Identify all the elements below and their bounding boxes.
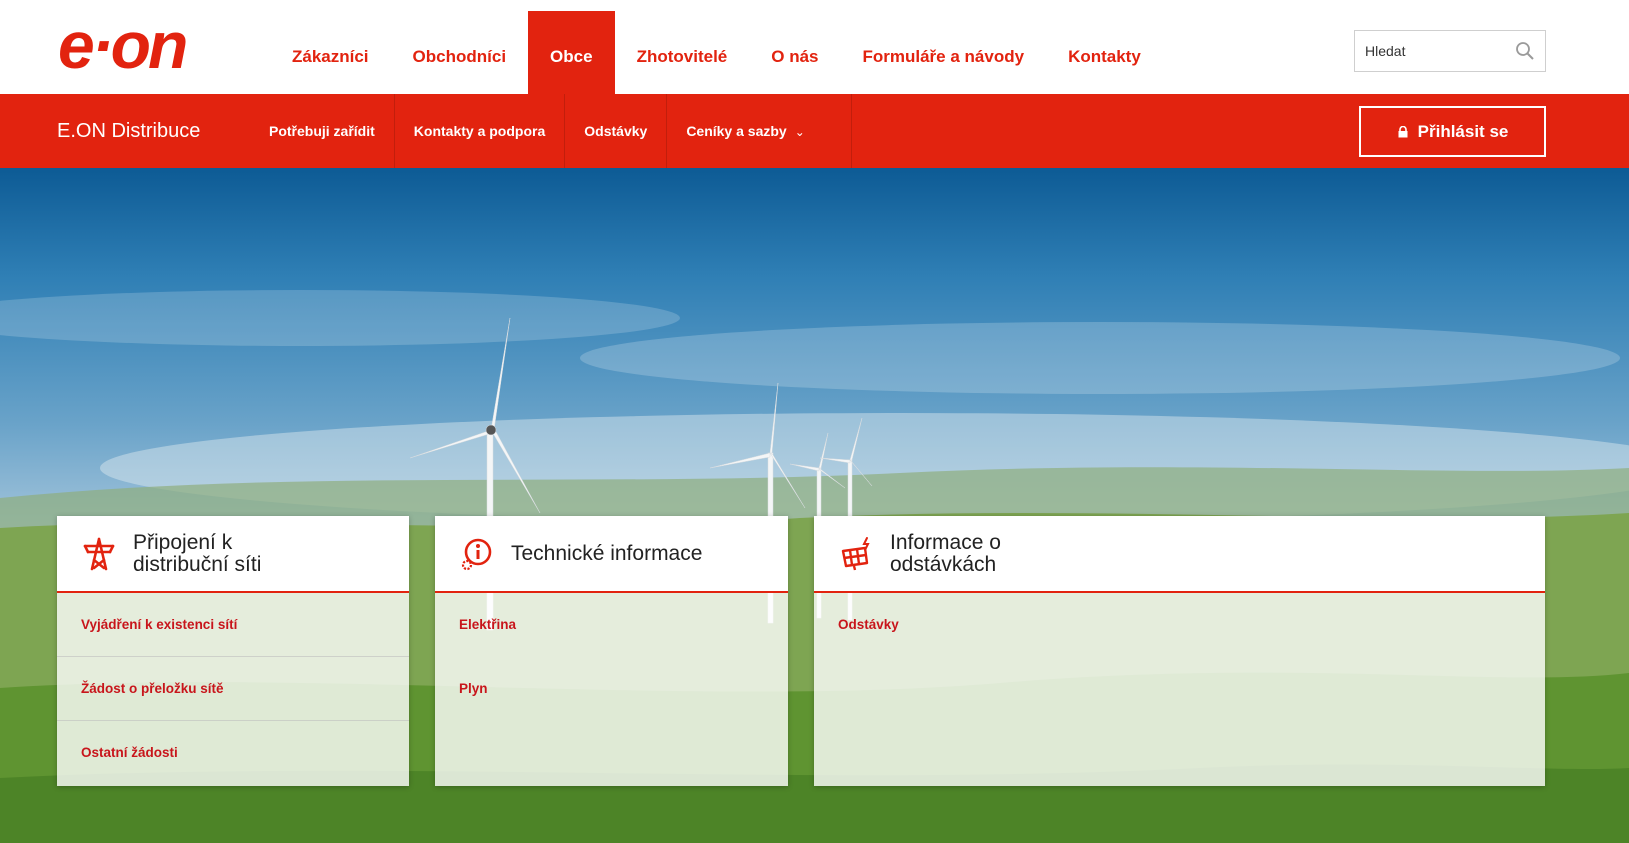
search-input[interactable] (1355, 31, 1505, 71)
eon-logo[interactable]: e·on (58, 18, 248, 76)
login-button-label: Přihlásit se (1417, 121, 1509, 141)
link-vyjadreni-k-existenci-siti[interactable]: Vyjádření k existenci sítí (57, 593, 409, 657)
search-box (1354, 30, 1546, 72)
main-nav-item-zhotovitele[interactable]: Zhotovitelé (615, 11, 750, 94)
card-pripojeni: Připojení k distribuční síti Vyjádření k … (57, 516, 409, 786)
card-title-line: odstávkách (890, 552, 997, 576)
sub-nav-links: Potřebuji zařídit Kontakty a podpora Ods… (250, 94, 852, 168)
card-header[interactable]: Technické informace (435, 516, 788, 593)
solar-outage-icon (841, 536, 870, 570)
chevron-down-icon: ⌄ (794, 125, 805, 139)
login-button[interactable]: Přihlásit se (1359, 106, 1546, 157)
card-header[interactable]: Připojení k distribuční síti (57, 516, 409, 593)
sub-nav-item-label: Odstávky (584, 123, 648, 139)
card-title-line: Připojení k (133, 530, 233, 554)
card-links: Elektřina Plyn (435, 593, 788, 721)
main-nav-item-obchodnici[interactable]: Obchodníci (391, 11, 529, 94)
sub-nav-item-ceniky-a-sazby[interactable]: Ceníky a sazby ⌄ (667, 94, 852, 168)
sub-nav-item-kontakty-a-podpora[interactable]: Kontakty a podpora (395, 94, 566, 168)
eon-logo-icon: e·on (58, 18, 189, 76)
main-nav-item-o-nas[interactable]: O nás (749, 11, 840, 94)
link-plyn[interactable]: Plyn (435, 657, 788, 721)
card-technicke-informace: Technické informace Elektřina Plyn (435, 516, 788, 786)
sub-nav-item-odstavky[interactable]: Odstávky (565, 94, 668, 168)
main-nav-item-zakaznici[interactable]: Zákazníci (270, 11, 391, 94)
top-bar: e·on Zákazníci Obchodníci Obce Zhotovite… (0, 0, 1629, 94)
sub-nav-item-label: Potřebuji zařídit (269, 123, 375, 139)
link-zadost-o-prelozku-site[interactable]: Žádost o přeložku sítě (57, 657, 409, 721)
technical-info-icon (461, 538, 492, 570)
main-nav-item-obce[interactable]: Obce (528, 11, 615, 94)
card-links: Odstávky (814, 593, 1545, 657)
lock-icon (1398, 125, 1408, 137)
main-nav-item-kontakty[interactable]: Kontakty (1046, 11, 1163, 94)
card-title-line: distribuční síti (133, 552, 262, 576)
card-links: Vyjádření k existenci sítí Žádost o přel… (57, 593, 409, 785)
sub-nav-item-potrebuji-zaridit[interactable]: Potřebuji zařídit (250, 94, 395, 168)
link-ostatni-zadosti[interactable]: Ostatní žádosti (57, 721, 409, 785)
card-title: Informace o odstávkách (890, 530, 1001, 576)
card-title-line: Informace o (890, 530, 1001, 554)
card-header[interactable]: Informace o odstávkách (814, 516, 1545, 593)
link-odstavky[interactable]: Odstávky (814, 593, 1545, 657)
svg-text:e·on: e·on (58, 18, 186, 76)
power-pylon-icon (83, 537, 115, 570)
link-elektrina[interactable]: Elektřina (435, 593, 788, 657)
main-nav: Zákazníci Obchodníci Obce Zhotovitelé O … (270, 11, 1163, 94)
sub-nav-item-label: Kontakty a podpora (413, 123, 546, 139)
sub-nav-item-label: Ceníky a sazby (686, 123, 787, 139)
card-title: Připojení k distribuční síti (133, 530, 262, 576)
search-icon[interactable] (1515, 41, 1535, 61)
main-nav-item-formulare[interactable]: Formuláře a návody (841, 11, 1047, 94)
sub-nav-brand[interactable]: E.ON Distribuce (57, 94, 200, 168)
card-informace-o-odstavkach: Informace o odstávkách Odstávky (814, 516, 1545, 786)
card-title: Technické informace (511, 541, 703, 565)
